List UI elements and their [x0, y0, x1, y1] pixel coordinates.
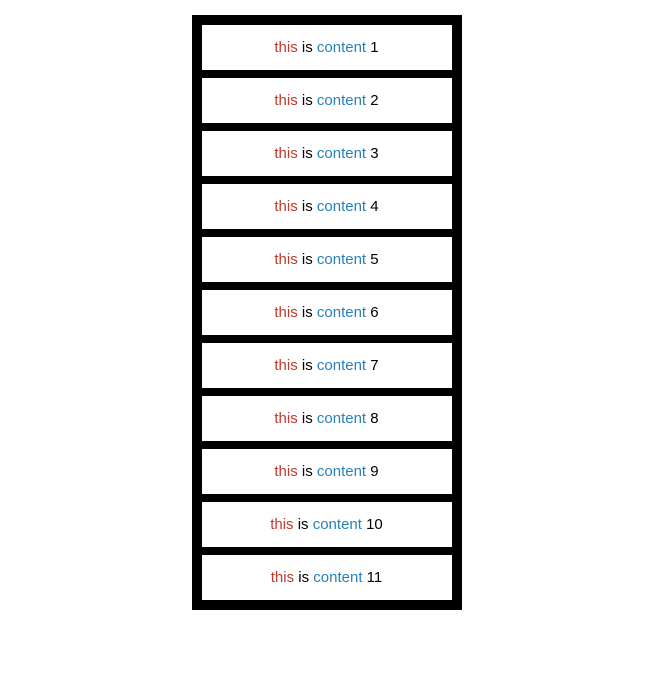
list-item: this is content 7 [200, 341, 454, 390]
list-item: this is content 9 [200, 447, 454, 496]
content-list: this is content 1this is content 2this i… [192, 15, 462, 610]
list-item: this is content 10 [200, 500, 454, 549]
list-item: this is content 6 [200, 288, 454, 337]
list-item: this is content 1 [200, 23, 454, 72]
list-item: this is content 4 [200, 182, 454, 231]
list-item: this is content 3 [200, 129, 454, 178]
list-item: this is content 11 [200, 553, 454, 602]
list-item: this is content 8 [200, 394, 454, 443]
list-item: this is content 2 [200, 76, 454, 125]
list-item: this is content 5 [200, 235, 454, 284]
